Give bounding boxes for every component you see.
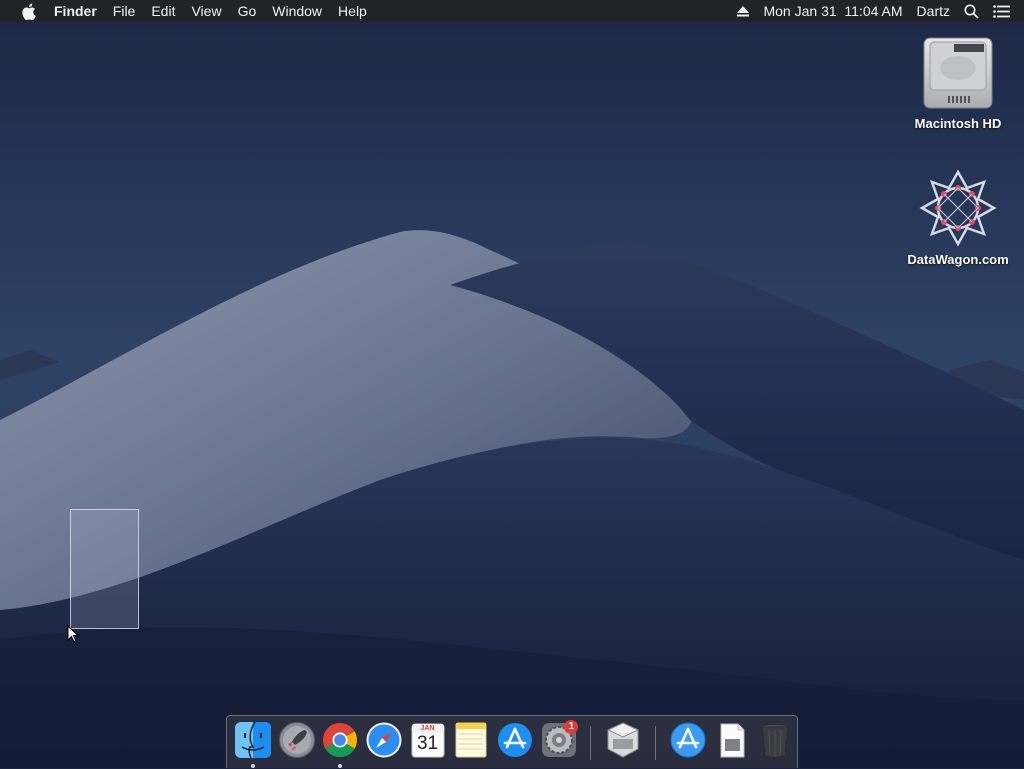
dock-item-trash[interactable]	[753, 716, 797, 769]
installer-icon	[604, 721, 642, 759]
desktop-icon-label: Macintosh HD	[914, 116, 1002, 131]
dock-item-applications[interactable]	[666, 716, 710, 769]
finder-icon	[234, 721, 272, 759]
mouse-pointer-icon	[67, 624, 80, 648]
chrome-icon	[321, 721, 359, 759]
applications-folder-icon	[669, 721, 707, 759]
calendar-icon: JAN 31	[409, 721, 447, 759]
dock-item-calendar[interactable]: JAN 31	[406, 716, 450, 769]
desktop-icon-datawagon[interactable]: DataWagon.com	[898, 168, 1018, 267]
disk-image-icon	[918, 168, 998, 248]
menu-window[interactable]: Window	[264, 0, 330, 22]
menubar-clock[interactable]: Mon Jan 31 11:04 AM	[756, 0, 909, 22]
menu-view[interactable]: View	[183, 0, 229, 22]
desktop-icon-macintosh-hd[interactable]: Macintosh HD	[898, 32, 1018, 131]
drag-selection-rectangle	[70, 509, 139, 629]
launchpad-icon	[278, 721, 316, 759]
document-icon	[713, 721, 751, 759]
menu-file[interactable]: File	[105, 0, 144, 22]
app-store-icon	[496, 721, 534, 759]
dock-item-notes[interactable]	[449, 716, 493, 769]
apple-menu-icon[interactable]	[17, 0, 39, 22]
calendar-month: JAN	[420, 725, 435, 732]
menu-bar: Finder File Edit View Go Window Help Mon…	[0, 0, 1024, 22]
dock-item-installer[interactable]	[601, 716, 645, 769]
dock-separator	[590, 726, 592, 760]
dock-item-chrome[interactable]	[318, 716, 362, 769]
safari-icon	[365, 721, 403, 759]
dock-item-safari[interactable]	[362, 716, 406, 769]
menubar-user[interactable]: Dartz	[910, 0, 957, 22]
eject-icon[interactable]	[730, 5, 756, 17]
dock-item-system-preferences[interactable]: 1	[537, 716, 581, 769]
notification-center-icon[interactable]	[986, 4, 1024, 18]
dock-item-finder[interactable]	[231, 716, 275, 769]
desktop-wallpaper	[0, 0, 1024, 768]
hard-drive-icon	[918, 32, 998, 112]
menu-go[interactable]: Go	[230, 0, 265, 22]
dock-separator	[655, 726, 657, 760]
running-indicator	[250, 764, 255, 768]
calendar-day: 31	[416, 733, 439, 754]
dock-item-app-store[interactable]	[493, 716, 537, 769]
dock-item-launchpad[interactable]	[275, 716, 319, 769]
menu-help[interactable]: Help	[330, 0, 375, 22]
menu-app-finder[interactable]: Finder	[46, 0, 105, 22]
dock: JAN 31 1	[226, 715, 798, 768]
menu-edit[interactable]: Edit	[143, 0, 183, 22]
trash-icon	[756, 721, 794, 759]
desktop-icon-label: DataWagon.com	[907, 252, 1009, 267]
dock-item-document[interactable]	[710, 716, 754, 769]
notes-icon	[452, 721, 490, 759]
running-indicator	[338, 764, 343, 768]
spotlight-search-icon[interactable]	[957, 4, 986, 19]
